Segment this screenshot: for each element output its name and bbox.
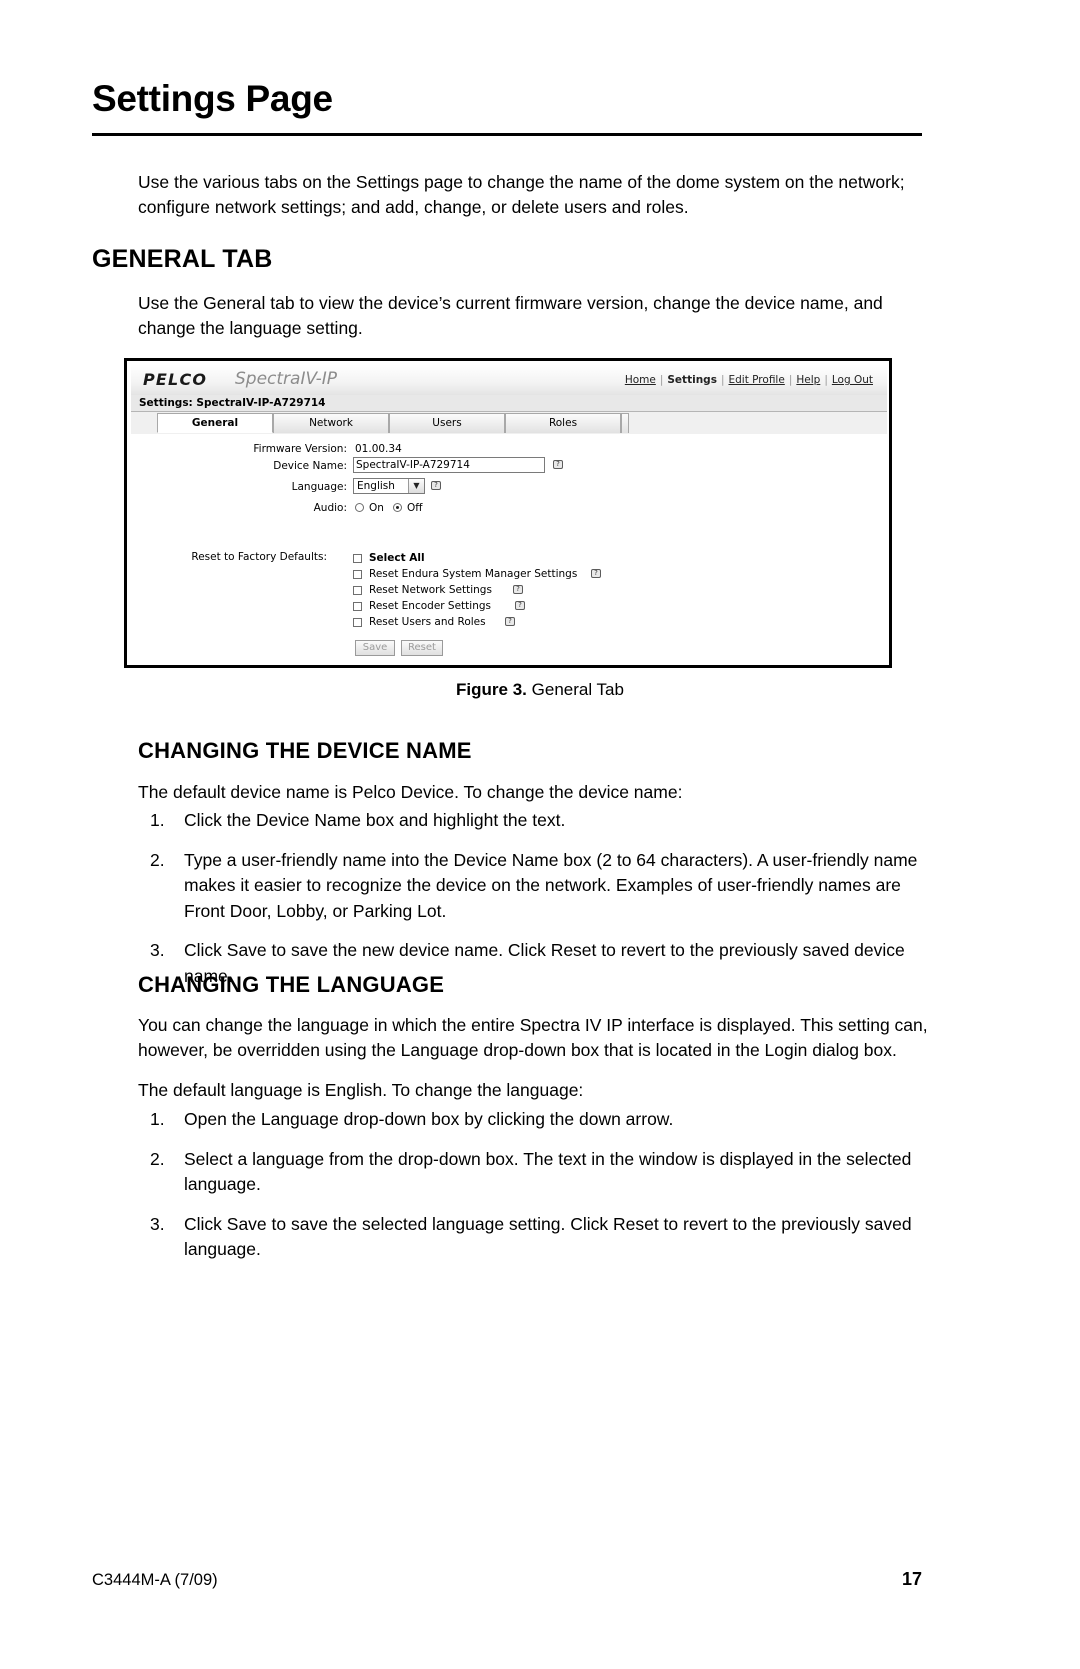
label-reset-endura: Reset Endura System Manager Settings [369, 568, 578, 580]
firmware-version-label: Firmware Version: [253, 443, 347, 455]
audio-radio-off[interactable] [393, 503, 402, 512]
tab-network[interactable]: Network [273, 413, 389, 433]
top-nav: Home | Settings | Edit Profile | Help | Log Out [621, 374, 877, 386]
heading-changing-language: CHANGING THE LANGUAGE [138, 972, 445, 997]
save-button[interactable]: Save [355, 640, 395, 656]
chevron-down-icon[interactable]: ▼ [408, 479, 424, 493]
label-reset-users-roles: Reset Users and Roles [369, 616, 486, 628]
figure-caption-label: Figure 3. [456, 680, 527, 699]
list-item-text: Click Save to save the selected language… [184, 1213, 912, 1260]
language-select-value: English [357, 480, 395, 492]
nav-separator: | [659, 374, 664, 386]
tab-roles[interactable]: Roles [505, 413, 621, 433]
nav-link-log-out[interactable]: Log Out [832, 374, 873, 386]
figure-general-tab: PELCO SpectraIV-IP Home | Settings | Edit Pr… [124, 358, 892, 668]
tab-spacer [621, 413, 629, 433]
list-number: 3. [150, 1213, 165, 1234]
list-item-text: Click the Device Name box and highlight … [184, 810, 566, 830]
footer-document-code: C3444M-A (7/09) [92, 1571, 218, 1589]
heading-changing-device-name: CHANGING THE DEVICE NAME [138, 738, 472, 763]
list-item-text: Open the Language drop-down box by click… [184, 1109, 674, 1129]
heading-general-tab: GENERAL TAB [92, 245, 273, 273]
list-item: 2. Select a language from the drop-down … [138, 1147, 933, 1198]
checkbox-reset-encoder[interactable] [353, 602, 362, 611]
help-icon[interactable]: ? [553, 460, 563, 469]
help-icon[interactable]: ? [515, 601, 525, 610]
nav-link-home[interactable]: Home [625, 374, 656, 386]
title-divider [92, 133, 922, 136]
figure-caption: Figure 3. General Tab [0, 680, 1080, 700]
list-item: 2. Type a user-friendly name into the De… [138, 848, 933, 925]
page-title: Settings Page [92, 78, 333, 119]
list-item-text: Type a user-friendly name into the Devic… [184, 849, 918, 921]
list-item: 1. Click the Device Name box and highlig… [138, 808, 933, 834]
list-item: 3. Click Save to save the selected langu… [138, 1212, 933, 1263]
general-tab-form: Firmware Version: 01.00.34 Device Name: … [131, 434, 887, 663]
checkbox-reset-users-roles[interactable] [353, 618, 362, 627]
nav-separator: | [788, 374, 793, 386]
help-icon[interactable]: ? [431, 481, 441, 490]
app-header: PELCO SpectraIV-IP Home | Settings | Edit Pr… [131, 365, 887, 396]
nav-separator: | [824, 374, 828, 386]
device-name-label: Device Name: [273, 460, 347, 472]
audio-on-label: On [369, 502, 384, 514]
checkbox-reset-network[interactable] [353, 586, 362, 595]
device-name-input[interactable]: SpectraIV-IP-A729714 [353, 457, 545, 473]
list-number: 1. [150, 1109, 165, 1129]
checkbox-select-all[interactable] [353, 554, 362, 563]
nav-link-settings[interactable]: Settings [667, 374, 717, 386]
reset-factory-defaults-label: Reset to Factory Defaults: [191, 551, 327, 563]
help-icon[interactable]: ? [513, 585, 523, 594]
language-select[interactable]: English ▼ [353, 478, 425, 494]
paragraph-changing-language-1: You can change the language in which the… [138, 1015, 928, 1060]
nav-separator: | [720, 374, 725, 386]
list-number: 1. [150, 810, 165, 830]
audio-label: Audio: [313, 502, 347, 514]
label-select-all: Select All [369, 552, 425, 564]
list-language-steps: 1. Open the Language drop-down box by cl… [138, 1107, 933, 1277]
footer-page-number: 17 [901, 1569, 922, 1589]
settings-title-bar: Settings: SpectraIV-IP-A729714 [131, 395, 887, 412]
audio-off-label: Off [407, 502, 423, 514]
tab-general[interactable]: General [157, 413, 273, 433]
list-number: 3. [150, 940, 165, 960]
list-number: 2. [150, 1148, 165, 1169]
checkbox-reset-endura[interactable] [353, 570, 362, 579]
nav-link-edit-profile[interactable]: Edit Profile [728, 374, 784, 386]
paragraph-changing-language-2: The default language is English. To chan… [138, 1080, 584, 1100]
intro-paragraph: Use the various tabs on the Settings pag… [138, 172, 905, 217]
label-reset-network: Reset Network Settings [369, 584, 492, 596]
figure-caption-text: General Tab [531, 680, 624, 699]
pelco-logo: PELCO [143, 370, 208, 389]
audio-radio-on[interactable] [355, 503, 364, 512]
document-page: Settings Page Use the various tabs on th… [0, 0, 1080, 1669]
reset-button[interactable]: Reset [401, 640, 443, 656]
nav-link-help[interactable]: Help [796, 374, 820, 386]
firmware-version-value: 01.00.34 [355, 443, 402, 455]
list-item: 1. Open the Language drop-down box by cl… [138, 1107, 933, 1133]
help-icon[interactable]: ? [505, 617, 515, 626]
browser-screenshot: PELCO SpectraIV-IP Home | Settings | Edit Pr… [131, 365, 887, 663]
label-reset-encoder: Reset Encoder Settings [369, 600, 492, 612]
product-name: SpectraIV-IP [235, 369, 338, 389]
list-item-text: Select a language from the drop-down box… [184, 1148, 912, 1195]
tab-bar: General Network Users Roles [131, 412, 887, 435]
paragraph-general-tab: Use the General tab to view the device’s… [138, 293, 883, 338]
list-number: 2. [150, 849, 165, 870]
tab-users[interactable]: Users [389, 413, 505, 433]
paragraph-changing-device-name: The default device name is Pelco Device.… [138, 782, 683, 802]
help-icon[interactable]: ? [591, 569, 601, 578]
language-label: Language: [291, 481, 347, 493]
